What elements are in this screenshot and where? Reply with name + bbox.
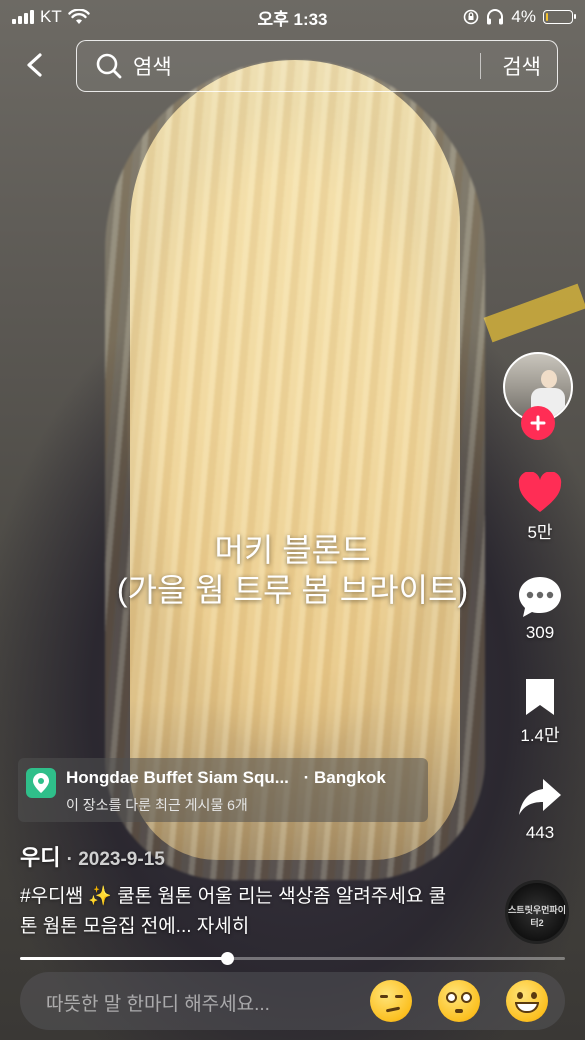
heart-icon — [518, 472, 562, 512]
search-icon — [96, 53, 122, 79]
share-count: 443 — [525, 823, 555, 842]
location-subtitle: 이 장소를 다룬 최근 게시물 6개 — [66, 797, 248, 813]
comment-count: 309 — [525, 623, 555, 642]
caption-line-1: 머키 블론드 — [214, 532, 371, 568]
orientation-lock-icon — [464, 9, 479, 25]
search-query[interactable]: 염색 — [133, 51, 172, 81]
caption-line-2: (가을 웜 트루 봄 브라이트) — [116, 572, 469, 608]
back-icon[interactable] — [20, 50, 50, 80]
video-hair-texture — [105, 60, 485, 880]
location-title: Hongdae Buffet Siam Squ... · Bangkok — [66, 768, 386, 788]
location-name: Hongdae Buffet Siam Squ... — [66, 768, 289, 787]
battery-percent: 4% — [511, 7, 536, 26]
post-description[interactable]: #우디쌤 ✨ 쿨톤 웜톤 어울 리는 색상좀 알려주세요 쿨톤 웜톤 모음집 전… — [20, 882, 460, 942]
video-screen[interactable]: KT 오후 1:33 4% 염색 검색 머키 블론드 (가을 웜 트루 봄 브라… — [0, 0, 585, 1040]
location-tag[interactable]: Hongdae Buffet Siam Squ... · Bangkok 이 장… — [18, 758, 428, 822]
like-count: 5만 — [527, 523, 553, 542]
background-road-marking — [483, 283, 585, 343]
save-button[interactable]: 1.4만 — [505, 677, 575, 746]
share-arrow-icon — [519, 779, 561, 815]
video-caption: 머키 블론드 (가을 웜 트루 봄 브라이트) — [0, 530, 585, 610]
search-divider — [480, 53, 481, 79]
follow-button[interactable] — [521, 406, 555, 440]
share-button[interactable]: 443 — [505, 777, 575, 843]
comment-placeholder[interactable]: 따뜻한 말 한마디 해주세요... — [46, 989, 270, 1016]
status-bar: KT 오후 1:33 4% — [0, 0, 585, 34]
post-author-row[interactable]: 우디 · 2023-9-15 — [20, 840, 165, 872]
save-count: 1.4만 — [520, 726, 560, 745]
plus-icon — [530, 415, 546, 431]
progress-handle[interactable] — [221, 952, 235, 965]
post-date: · 2023-9-15 — [66, 849, 165, 870]
comment-input-bar[interactable]: 따뜻한 말 한마디 해주세요... — [20, 972, 565, 1030]
headphones-icon — [487, 9, 504, 25]
author-name[interactable]: 우디 — [20, 845, 60, 870]
bookmark-icon — [526, 679, 554, 715]
search-button[interactable]: 검색 — [502, 51, 541, 81]
location-city: · Bangkok — [303, 768, 386, 787]
comment-icon — [519, 577, 561, 617]
flushed-emoji-icon[interactable] — [438, 980, 480, 1022]
search-bar[interactable]: 염색 검색 — [76, 40, 558, 92]
music-disc[interactable]: 스트릿우먼파이터2 — [505, 880, 569, 944]
comment-button[interactable]: 309 — [505, 575, 575, 643]
disc-label: 스트릿우먼파이터2 — [508, 905, 566, 928]
video-progress-bar[interactable] — [20, 952, 565, 965]
location-pin-icon — [26, 768, 56, 798]
smirk-emoji-icon[interactable] — [370, 980, 412, 1022]
grinning-emoji-icon[interactable] — [506, 980, 548, 1022]
progress-fill — [20, 957, 228, 960]
like-button[interactable]: 5만 — [505, 472, 575, 543]
battery-icon — [543, 10, 576, 24]
